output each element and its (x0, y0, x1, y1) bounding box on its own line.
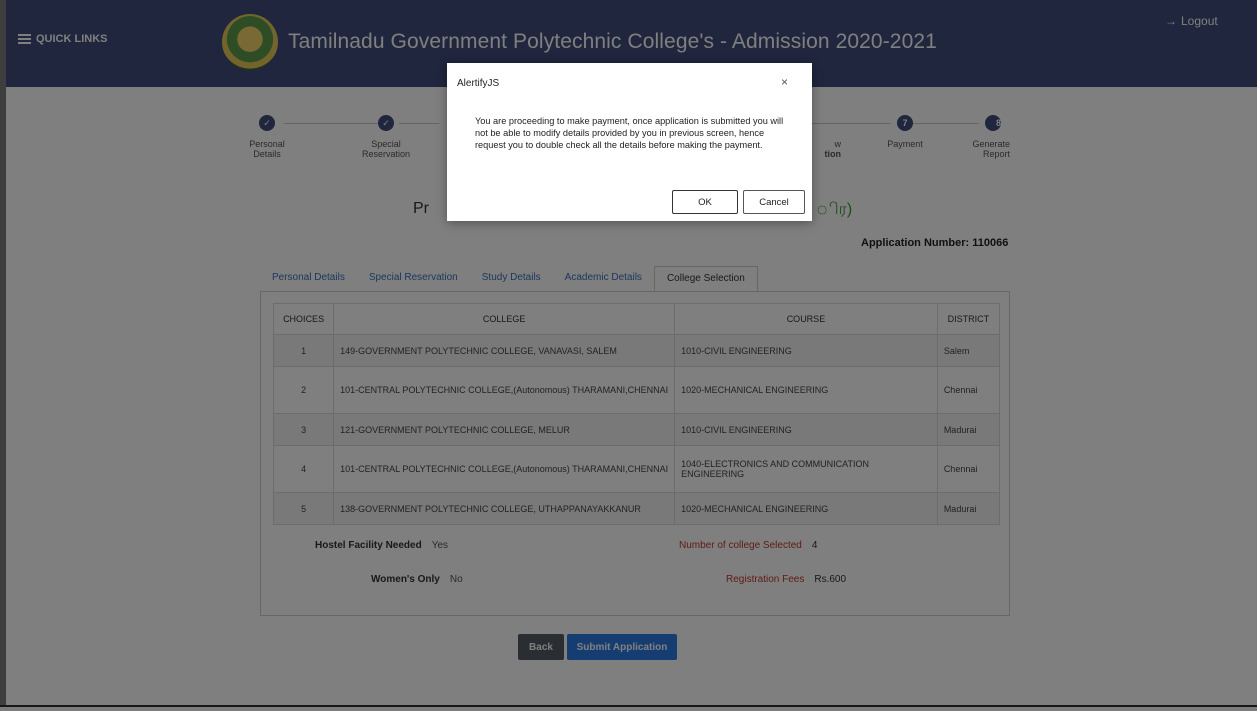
cancel-button[interactable]: Cancel (743, 190, 805, 214)
ok-button[interactable]: OK (672, 190, 738, 214)
dialog-title: AlertifyJS (457, 78, 500, 89)
dialog-message: You are proceeding to make payment, once… (475, 116, 784, 150)
close-icon[interactable]: × (781, 75, 788, 89)
alert-dialog: AlertifyJS × You are proceeding to make … (447, 63, 812, 221)
